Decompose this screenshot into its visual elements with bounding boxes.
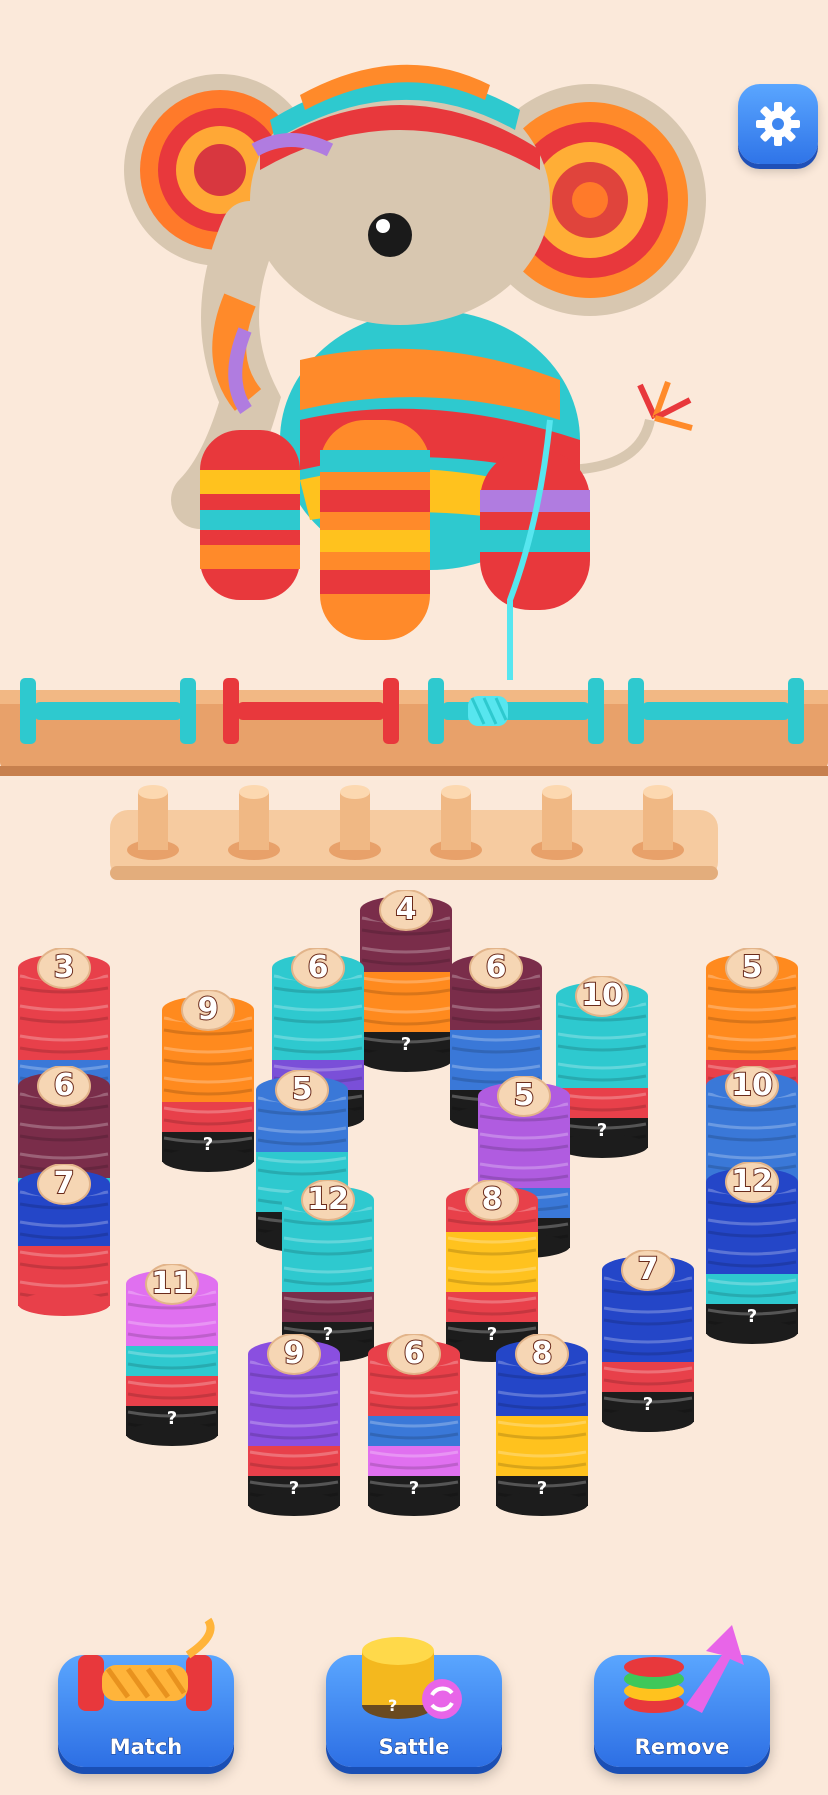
spool-count: 8: [531, 1335, 554, 1372]
spool-count: 12: [306, 1181, 350, 1218]
spool-count: 6: [53, 1067, 76, 1104]
match-button[interactable]: Match: [58, 1617, 234, 1767]
yarn-spool-stack[interactable]: 7?: [600, 1249, 696, 1446]
spool-count: 5: [291, 1071, 314, 1108]
hidden-layer-mark: ?: [642, 1394, 654, 1415]
yarn-stack-arrow-icon: [624, 1625, 744, 1713]
spool-count: 7: [53, 1165, 76, 1202]
hidden-layer-mark: ?: [746, 1306, 758, 1327]
yarn-spool-stack[interactable]: 8?: [494, 1333, 590, 1530]
hidden-layer-mark: ?: [408, 1478, 420, 1499]
hidden-layer-mark: ?: [288, 1478, 300, 1499]
spool-count: 6: [485, 949, 508, 986]
spool-count: 4: [395, 891, 418, 928]
svg-text:?: ?: [388, 1696, 397, 1715]
match-label: Match: [109, 1735, 183, 1760]
spool-count: 7: [637, 1251, 660, 1288]
spool-count: 5: [741, 949, 764, 986]
hidden-layer-mark: ?: [166, 1408, 178, 1429]
hidden-layer-mark: ?: [202, 1134, 214, 1155]
yarn-spool-stack[interactable]: 7: [16, 1163, 112, 1330]
spool-count: 6: [307, 949, 330, 986]
sattle-button[interactable]: ? Sattle: [326, 1637, 502, 1767]
spool-count: 10: [730, 1067, 774, 1104]
spool-count: 12: [730, 1163, 774, 1200]
coin-stack-shuffle-icon: ?: [362, 1637, 462, 1719]
yarn-spool-stack[interactable]: 9?: [246, 1333, 342, 1530]
spool-count: 11: [150, 1265, 194, 1302]
yarn-spool-stack[interactable]: 6?: [366, 1333, 462, 1530]
hidden-layer-mark: ?: [400, 1034, 412, 1055]
sattle-label: Sattle: [378, 1735, 450, 1760]
spool-count: 9: [197, 991, 220, 1028]
thread-spool-icon: [78, 1617, 215, 1711]
spool-rack-shelf: [0, 678, 828, 880]
gear-icon: [756, 102, 800, 146]
spool-count: 5: [513, 1077, 536, 1114]
yarn-spool-stack[interactable]: 12?: [704, 1161, 800, 1358]
crochet-elephant-image: [124, 64, 706, 680]
spool-count: 10: [580, 977, 624, 1014]
spool-count: 3: [53, 949, 76, 986]
hidden-layer-mark: ?: [536, 1478, 548, 1499]
spool-count: 6: [403, 1335, 426, 1372]
yarn-spool-stack[interactable]: 9?: [160, 989, 256, 1186]
yarn-spool-stack[interactable]: 4?: [358, 889, 454, 1086]
spool-count: 9: [283, 1335, 306, 1372]
yarn-spool-stack[interactable]: 11?: [124, 1263, 220, 1460]
remove-label: Remove: [634, 1735, 730, 1760]
remove-button[interactable]: Remove: [594, 1625, 770, 1767]
settings-button[interactable]: [738, 84, 818, 164]
spool-count: 8: [481, 1181, 504, 1218]
